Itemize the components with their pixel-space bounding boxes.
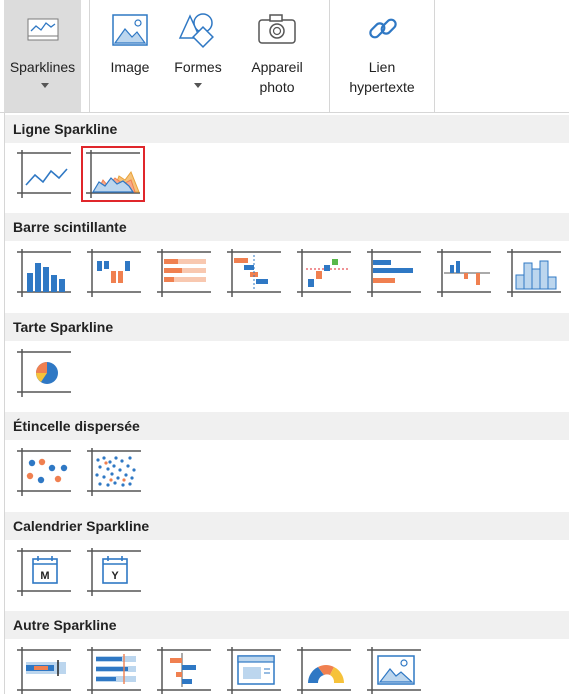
bullet-icon[interactable] [14,645,74,694]
image-icon [112,14,148,46]
column-icon[interactable] [14,247,74,299]
section-header-calendrier: Calendrier Sparkline [5,512,569,540]
picture-icon[interactable] [364,645,424,694]
ribbon-divider [89,0,90,112]
cascade-icon[interactable] [294,247,354,299]
formes-button[interactable]: Formes [166,0,230,112]
sparkline-gallery: Ligne Sparkline Barre scintillante Tarte… [4,113,569,694]
dense-scatter-icon[interactable] [84,446,144,498]
year-letter: Y [111,570,119,582]
month-calendar-icon[interactable]: M [14,546,74,598]
shapes-icon [178,13,214,48]
camera-icon [258,14,296,44]
variance-icon[interactable] [154,645,214,694]
histogram-icon[interactable] [504,247,564,299]
appareil-photo-button[interactable]: Appareil photo [240,0,314,112]
insert-ribbon: Sparklines Image Formes Appareil photo L… [0,0,569,113]
line-sparkline-icon[interactable] [14,148,74,200]
chevron-down-icon [41,83,49,88]
section-header-tarte: Tarte Sparkline [5,313,569,341]
image-label: Image [110,59,150,75]
chevron-down-icon [194,83,202,88]
vertical-variance-icon[interactable] [434,247,494,299]
winloss-icon[interactable] [84,247,144,299]
horizontal-bar-icon[interactable] [364,247,424,299]
sparklines-button[interactable]: Sparklines [4,0,81,112]
lien-hypertexte-button[interactable]: Lien hypertexte [338,0,426,112]
year-calendar-icon[interactable]: Y [84,546,144,598]
spread-icon[interactable] [84,645,144,694]
section-header-barre: Barre scintillante [5,213,569,241]
sparklines-label: Sparklines [9,59,76,75]
section-header-etincelle: Étincelle dispersée [5,412,569,440]
waterfall-icon[interactable] [224,247,284,299]
scatter-icon[interactable] [14,446,74,498]
section-header-ligne: Ligne Sparkline [5,115,569,143]
appareil-label-2: photo [259,79,295,95]
sparklines-icon [27,18,59,41]
image-sparkline-icon[interactable] [224,645,284,694]
link-icon [369,18,397,39]
ribbon-divider [434,0,435,112]
stacked-bar-icon[interactable] [154,247,214,299]
lien-label-2: hypertexte [349,79,415,95]
section-header-autre: Autre Sparkline [5,611,569,639]
ribbon-divider [329,0,330,112]
month-letter: M [40,570,49,582]
formes-label: Formes [174,59,222,75]
image-button[interactable]: Image [98,0,162,112]
gauge-icon[interactable] [294,645,354,694]
pie-icon[interactable] [14,347,74,399]
appareil-label-1: Appareil [251,59,303,75]
lien-label-1: Lien [368,59,396,75]
area-sparkline-icon[interactable] [81,146,145,202]
